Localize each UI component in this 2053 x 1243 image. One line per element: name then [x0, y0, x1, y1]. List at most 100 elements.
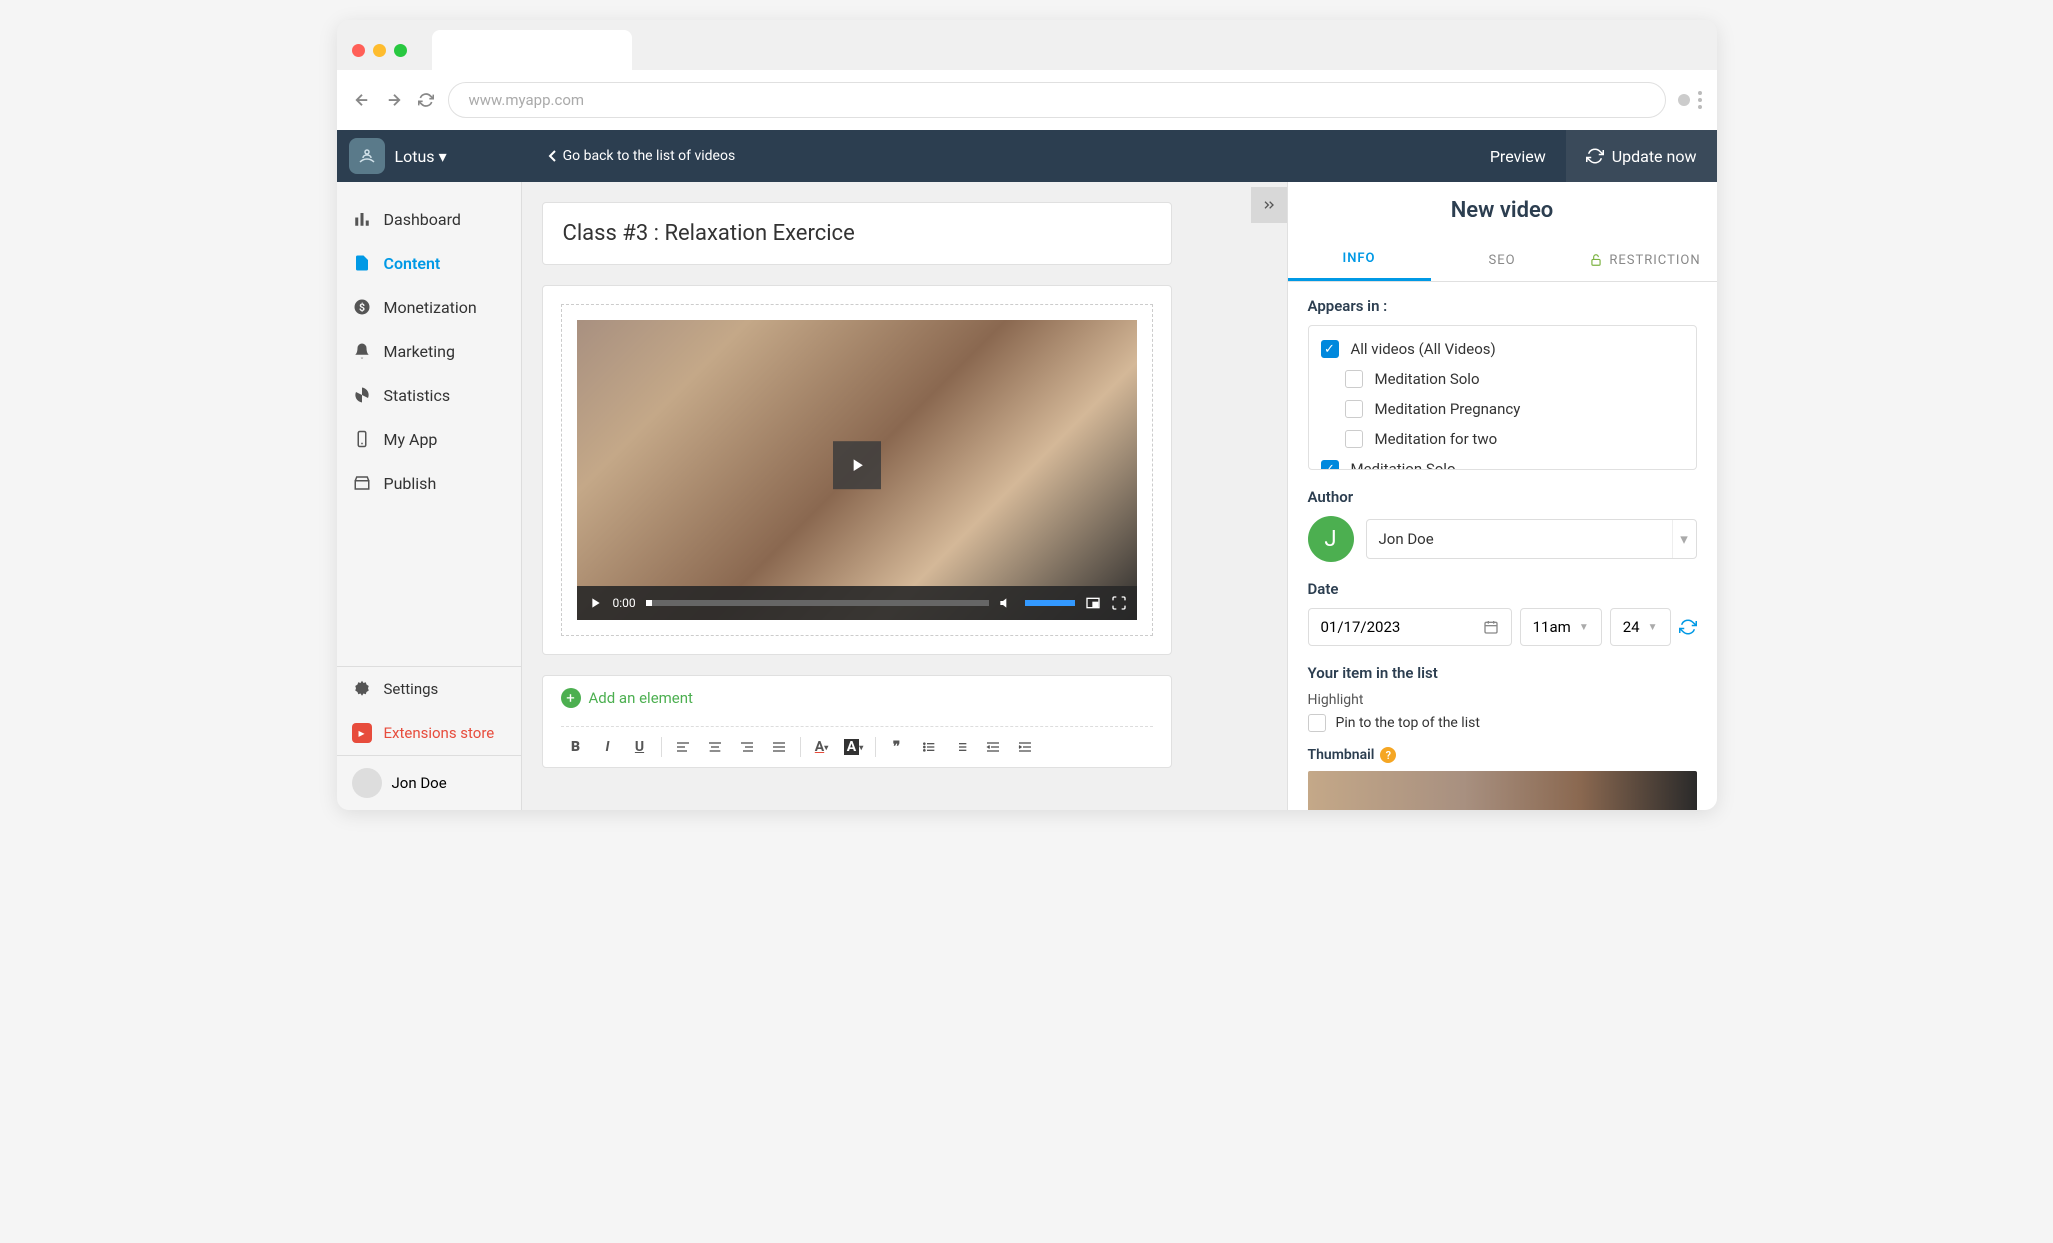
checkbox[interactable]: ✓ — [1321, 340, 1339, 358]
category-item[interactable]: ✓ Meditation Solo — [1309, 454, 1696, 470]
plus-icon: + — [561, 688, 581, 708]
underline-button[interactable]: U — [625, 735, 655, 759]
browser-nav-row: www.myapp.com — [337, 70, 1717, 130]
pip-icon[interactable] — [1085, 595, 1101, 611]
sidebar-item-content[interactable]: Content — [337, 241, 521, 285]
preview-button[interactable]: Preview — [1470, 147, 1566, 166]
sidebar-item-label: Statistics — [384, 386, 451, 405]
sidebar-item-publish[interactable]: Publish — [337, 461, 521, 505]
refresh-icon[interactable] — [416, 90, 436, 110]
app-logo-icon[interactable] — [349, 138, 385, 174]
volume-icon[interactable] — [999, 595, 1015, 611]
category-item[interactable]: Meditation for two — [1309, 424, 1696, 454]
sidebar-item-label: Content — [384, 254, 441, 273]
category-item[interactable]: ✓ All videos (All Videos) — [1309, 334, 1696, 364]
app-name-dropdown[interactable]: Lotus ▾ — [395, 147, 447, 166]
author-select[interactable]: Jon Doe ▾ — [1366, 519, 1697, 559]
calendar-icon — [1483, 619, 1499, 635]
forward-icon[interactable] — [384, 90, 404, 110]
category-list[interactable]: ✓ All videos (All Videos) Meditation Sol… — [1308, 325, 1697, 470]
sidebar-item-myapp[interactable]: My App — [337, 417, 521, 461]
date-input[interactable]: 01/17/2023 — [1308, 608, 1512, 646]
back-link-label: Go back to the list of videos — [563, 148, 736, 164]
sidebar-item-statistics[interactable]: Statistics — [337, 373, 521, 417]
video-progress-bar[interactable] — [646, 600, 989, 606]
align-right-button[interactable] — [732, 735, 762, 759]
thumbnail-preview[interactable] — [1308, 771, 1697, 810]
author-select-value: Jon Doe — [1379, 530, 1434, 548]
checkbox[interactable] — [1345, 400, 1363, 418]
page-title: Class #3 : Relaxation Exercice — [542, 202, 1172, 265]
sidebar-item-marketing[interactable]: Marketing — [337, 329, 521, 373]
profile-icon[interactable] — [1678, 94, 1690, 106]
video-player[interactable]: 0:00 — [577, 320, 1137, 620]
number-list-button[interactable] — [946, 735, 976, 759]
lock-icon — [1589, 253, 1603, 267]
minimize-window-button[interactable] — [373, 44, 386, 57]
pin-label: Pin to the top of the list — [1336, 715, 1480, 731]
maximize-window-button[interactable] — [394, 44, 407, 57]
indent-button[interactable] — [1010, 735, 1040, 759]
minute-select[interactable]: 24 ▼ — [1610, 608, 1671, 646]
sidebar-item-extensions[interactable]: ▸ Extensions store — [337, 711, 521, 755]
tab-restriction[interactable]: RESTRICTION — [1574, 239, 1717, 281]
outdent-button[interactable] — [978, 735, 1008, 759]
phone-icon — [352, 429, 372, 449]
highlight-label: Highlight — [1308, 692, 1697, 708]
category-label: Meditation Solo — [1375, 370, 1480, 388]
checkbox[interactable]: ✓ — [1321, 460, 1339, 470]
url-bar[interactable]: www.myapp.com — [448, 82, 1666, 118]
pin-checkbox[interactable] — [1308, 714, 1326, 732]
align-justify-button[interactable] — [764, 735, 794, 759]
sidebar-item-settings[interactable]: Settings — [337, 667, 521, 711]
editor-toolbar: B I U A▾ A▾ ❞ — [561, 726, 1153, 759]
document-icon — [352, 253, 372, 273]
refresh-date-icon[interactable] — [1679, 618, 1697, 636]
quote-button[interactable]: ❞ — [882, 735, 912, 759]
tab-seo[interactable]: SEO — [1431, 239, 1574, 281]
volume-slider[interactable] — [1025, 600, 1075, 606]
fullscreen-icon[interactable] — [1111, 595, 1127, 611]
category-item[interactable]: Meditation Solo — [1309, 364, 1696, 394]
checkbox[interactable] — [1345, 430, 1363, 448]
category-item[interactable]: Meditation Pregnancy — [1309, 394, 1696, 424]
help-icon[interactable]: ? — [1380, 747, 1396, 763]
browser-chrome — [337, 20, 1717, 70]
checkbox[interactable] — [1345, 370, 1363, 388]
text-color-button[interactable]: A▾ — [807, 735, 837, 759]
italic-button[interactable]: I — [593, 735, 623, 759]
list-section-label: Your item in the list — [1308, 664, 1697, 682]
align-center-button[interactable] — [700, 735, 730, 759]
play-button[interactable] — [833, 441, 881, 489]
panel-title: New video — [1288, 182, 1717, 239]
browser-menu-icon[interactable] — [1698, 91, 1702, 109]
hour-value: 11am — [1533, 618, 1571, 636]
tab-info[interactable]: INFO — [1288, 239, 1431, 281]
align-left-button[interactable] — [668, 735, 698, 759]
user-avatar-icon — [352, 768, 382, 798]
back-to-list-link[interactable]: Go back to the list of videos — [547, 148, 736, 164]
author-label: Author — [1308, 488, 1697, 506]
hour-select[interactable]: 11am ▼ — [1520, 608, 1602, 646]
bullet-list-button[interactable] — [914, 735, 944, 759]
collapse-panel-button[interactable] — [1251, 187, 1287, 223]
sidebar-item-monetization[interactable]: $ Monetization — [337, 285, 521, 329]
chevron-down-icon: ▾ — [439, 147, 447, 166]
close-window-button[interactable] — [352, 44, 365, 57]
add-element-button[interactable]: + Add an element — [561, 688, 693, 708]
browser-tab[interactable] — [432, 30, 632, 70]
sidebar-item-label: My App — [384, 430, 438, 449]
bg-color-button[interactable]: A▾ — [839, 735, 869, 759]
pie-chart-icon — [352, 385, 372, 405]
update-button-label: Update now — [1612, 147, 1697, 166]
back-icon[interactable] — [352, 90, 372, 110]
sidebar-user[interactable]: Jon Doe — [337, 755, 521, 810]
chevron-left-icon — [547, 149, 557, 163]
author-avatar: J — [1308, 516, 1354, 562]
sidebar-item-dashboard[interactable]: Dashboard — [337, 197, 521, 241]
play-small-icon[interactable] — [587, 595, 603, 611]
thumbnail-label: Thumbnail — [1308, 747, 1375, 763]
update-now-button[interactable]: Update now — [1566, 130, 1717, 182]
bold-button[interactable]: B — [561, 735, 591, 759]
caret-down-icon: ▼ — [1648, 622, 1658, 633]
